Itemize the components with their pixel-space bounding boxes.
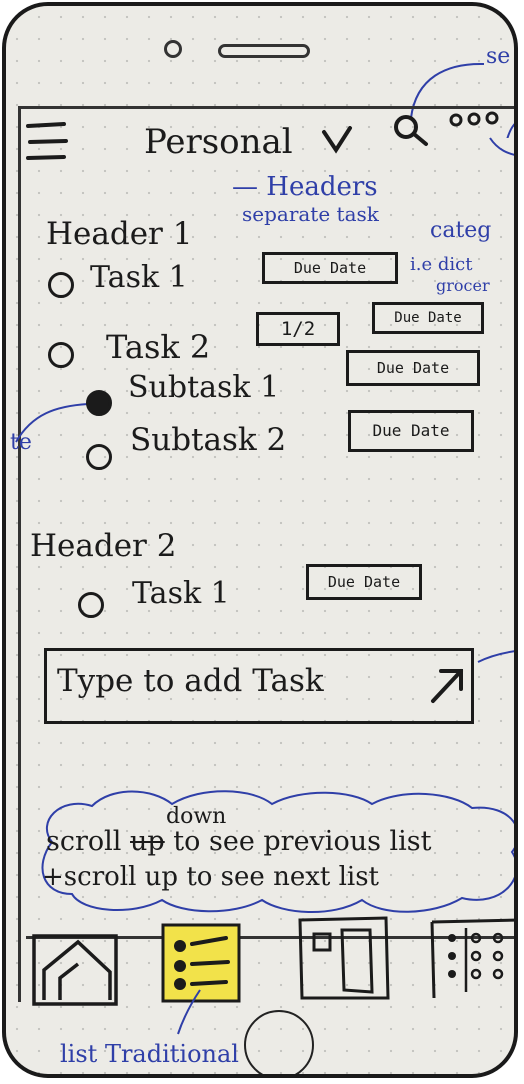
task-2-label[interactable]: Task 2 bbox=[106, 328, 210, 366]
subtask-checkbox-1[interactable] bbox=[86, 390, 112, 416]
section-header-1: Header 1 bbox=[46, 216, 193, 252]
document-icon[interactable] bbox=[296, 914, 392, 1000]
annotation-headers: — Headers bbox=[232, 172, 378, 202]
subtask-checkbox-2[interactable] bbox=[86, 444, 112, 470]
due-date-badge-subtask-1[interactable]: Due Date bbox=[346, 350, 480, 386]
task-1-label[interactable]: Task 1 bbox=[90, 260, 188, 295]
annotation-search-note: se bbox=[486, 44, 511, 69]
list-title[interactable]: Personal bbox=[144, 122, 293, 162]
section-header-2: Header 2 bbox=[30, 528, 177, 564]
hamburger-menu-icon[interactable] bbox=[24, 120, 70, 164]
task-checkbox-2[interactable] bbox=[48, 342, 74, 368]
annotation-arrow-list bbox=[177, 989, 201, 1035]
speaker-slot bbox=[218, 44, 310, 58]
add-task-placeholder: Type to add Task bbox=[57, 663, 324, 699]
annotation-bottom-label: list Traditional bbox=[60, 1040, 239, 1068]
due-date-badge-h2-task-1[interactable]: Due Date bbox=[306, 564, 422, 600]
annotation-categories: categ bbox=[430, 218, 492, 243]
annotation-arrow-input bbox=[477, 650, 514, 663]
chevron-down-icon[interactable] bbox=[320, 126, 354, 154]
home-icon[interactable] bbox=[30, 934, 120, 1008]
grid-icon[interactable] bbox=[426, 914, 518, 1000]
subtask-2-label[interactable]: Subtask 2 bbox=[130, 422, 286, 458]
due-date-badge-task-1[interactable]: Due Date bbox=[262, 252, 398, 284]
annotation-arrow-more bbox=[489, 137, 514, 156]
task-checkbox-h2-1[interactable] bbox=[78, 592, 104, 618]
expand-arrow-icon[interactable] bbox=[427, 665, 467, 707]
scroll-note-line-2: +scroll up to see next list bbox=[42, 862, 379, 892]
camera-icon bbox=[164, 40, 182, 58]
h2-task-1-label[interactable]: Task 1 bbox=[132, 576, 230, 611]
subtask-1-label[interactable]: Subtask 1 bbox=[128, 370, 279, 405]
due-date-badge-task-2[interactable]: Due Date bbox=[372, 302, 484, 334]
subtask-progress-badge: 1/2 bbox=[256, 312, 340, 346]
due-date-badge-subtask-2[interactable]: Due Date bbox=[348, 410, 474, 452]
annotation-groceries: grocer bbox=[436, 276, 490, 295]
annotation-arrow-subtask bbox=[15, 403, 89, 443]
add-task-input[interactable]: Type to add Task bbox=[44, 648, 474, 724]
annotation-separate-task: separate task bbox=[242, 202, 379, 226]
search-icon[interactable] bbox=[390, 110, 434, 150]
scroll-note-line-1: scroll up to see previous list bbox=[46, 826, 432, 857]
task-checkbox-1[interactable] bbox=[48, 272, 74, 298]
home-button[interactable] bbox=[244, 1010, 314, 1074]
annotation-ie: i.e dict bbox=[410, 254, 473, 275]
phone-frame: se Personal — Headers separate task cate… bbox=[2, 2, 518, 1078]
